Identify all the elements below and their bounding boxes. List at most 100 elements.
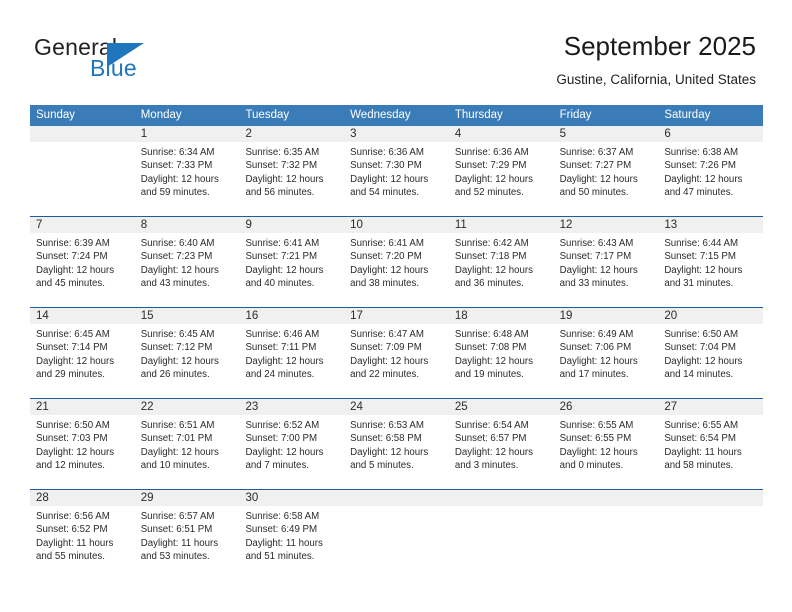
day-number[interactable]: 6	[658, 126, 763, 142]
day-detail-line: Sunset: 7:14 PM	[36, 342, 108, 354]
day-cell[interactable]: Sunrise: 6:40 AM Sunset: 7:23 PM Daylight:…	[135, 233, 240, 307]
weekday-header-thursday: Thursday	[454, 109, 503, 121]
day-number[interactable]: 8	[135, 217, 240, 233]
day-number[interactable]: 11	[449, 217, 554, 233]
day-cell[interactable]: Sunrise: 6:41 AM Sunset: 7:20 PM Daylight:…	[344, 233, 449, 307]
day-detail-band: Sunrise: 6:45 AM Sunset: 7:14 PM Daylight:…	[30, 324, 763, 398]
day-detail-line: Sunrise: 6:43 AM	[559, 238, 634, 249]
day-number[interactable]: 20	[658, 308, 763, 324]
day-cell[interactable]: Sunrise: 6:55 AM Sunset: 6:54 PM Daylight:…	[658, 415, 763, 489]
day-number-empty	[449, 490, 554, 506]
day-number[interactable]: 30	[239, 490, 344, 506]
day-number[interactable]: 7	[30, 217, 135, 233]
day-number-band: 14 15 16 17 18 19 20	[30, 308, 763, 324]
day-number[interactable]: 29	[135, 490, 240, 506]
day-detail-line: Sunrise: 6:46 AM	[245, 329, 320, 340]
day-detail-line: Daylight: 12 hours	[245, 173, 324, 185]
day-number[interactable]: 25	[449, 399, 554, 415]
day-cell[interactable]: Sunrise: 6:45 AM Sunset: 7:14 PM Daylight:…	[30, 324, 135, 398]
day-number[interactable]: 14	[30, 308, 135, 324]
day-cell[interactable]: Sunrise: 6:39 AM Sunset: 7:24 PM Daylight:…	[30, 233, 135, 307]
day-number-band: 123456	[30, 126, 763, 142]
day-cell[interactable]: Sunrise: 6:58 AM Sunset: 6:49 PM Daylight:…	[239, 506, 344, 580]
day-detail-band: Sunrise: 6:34 AM Sunset: 7:33 PM Daylight:…	[30, 142, 763, 216]
generalblue-logo[interactable]: General Blue	[34, 36, 224, 92]
day-cell[interactable]: Sunrise: 6:55 AM Sunset: 6:55 PM Daylight:…	[554, 415, 659, 489]
day-cell[interactable]: Sunrise: 6:50 AM Sunset: 7:04 PM Daylight:…	[658, 324, 763, 398]
day-detail-line: Daylight: 12 hours	[36, 264, 115, 276]
day-number[interactable]: 18	[449, 308, 554, 324]
day-cell[interactable]: Sunrise: 6:49 AM Sunset: 7:06 PM Daylight:…	[554, 324, 659, 398]
day-cell[interactable]: Sunrise: 6:36 AM Sunset: 7:30 PM Daylight:…	[344, 142, 449, 216]
day-number[interactable]: 21	[30, 399, 135, 415]
day-number[interactable]: 24	[344, 399, 449, 415]
day-number-empty	[30, 126, 135, 142]
weekday-header-sunday: Sunday	[36, 109, 76, 121]
weekday-header-friday: Friday	[559, 109, 592, 121]
day-cell[interactable]: Sunrise: 6:36 AM Sunset: 7:29 PM Daylight:…	[449, 142, 554, 216]
day-detail-line: Sunset: 6:49 PM	[245, 524, 318, 536]
day-detail-line: and 53 minutes.	[140, 550, 210, 562]
day-cell[interactable]: Sunrise: 6:45 AM Sunset: 7:12 PM Daylight:…	[135, 324, 240, 398]
day-cell-empty	[344, 506, 449, 580]
day-cell[interactable]: Sunrise: 6:53 AM Sunset: 6:58 PM Daylight:…	[344, 415, 449, 489]
calendar-week-row: 7 8 9 10 11 12 13 Sunrise: 6:39 AM Sunset: 7:24 …	[30, 216, 763, 307]
day-number[interactable]: 5	[554, 126, 659, 142]
day-cell[interactable]: Sunrise: 6:41 AM Sunset: 7:21 PM Daylight:…	[239, 233, 344, 307]
day-detail-line: Sunset: 7:01 PM	[140, 433, 213, 445]
day-cell[interactable]: Sunrise: 6:54 AM Sunset: 6:57 PM Daylight:…	[449, 415, 554, 489]
day-detail-line: Sunrise: 6:55 AM	[559, 420, 634, 431]
day-number[interactable]: 4	[449, 126, 554, 142]
day-cell[interactable]: Sunrise: 6:38 AM Sunset: 7:26 PM Daylight:…	[658, 142, 763, 216]
day-cell-empty	[554, 506, 659, 580]
day-number[interactable]: 19	[554, 308, 659, 324]
day-cell[interactable]: Sunrise: 6:52 AM Sunset: 7:00 PM Daylight:…	[239, 415, 344, 489]
day-detail-line: and 24 minutes.	[245, 368, 315, 380]
day-number[interactable]: 22	[135, 399, 240, 415]
day-number[interactable]: 26	[554, 399, 659, 415]
day-cell[interactable]: Sunrise: 6:56 AM Sunset: 6:52 PM Daylight:…	[30, 506, 135, 580]
day-detail-line: Sunrise: 6:58 AM	[245, 511, 320, 522]
day-detail-line: Sunset: 7:17 PM	[559, 251, 632, 263]
day-cell[interactable]: Sunrise: 6:35 AM Sunset: 7:32 PM Daylight:…	[239, 142, 344, 216]
weekday-header-saturday: Saturday	[664, 109, 711, 121]
day-number[interactable]: 2	[239, 126, 344, 142]
calendar-week-row: 28 29 30 Sunrise: 6:56 AM Sunset: 6:52 PM Day…	[30, 489, 763, 580]
day-detail-line: Sunset: 7:23 PM	[140, 251, 213, 263]
day-number[interactable]: 28	[30, 490, 135, 506]
day-number[interactable]: 17	[344, 308, 449, 324]
day-cell[interactable]: Sunrise: 6:46 AM Sunset: 7:11 PM Daylight:…	[239, 324, 344, 398]
day-detail-line: Sunrise: 6:34 AM	[140, 147, 215, 158]
day-number[interactable]: 16	[239, 308, 344, 324]
day-cell[interactable]: Sunrise: 6:50 AM Sunset: 7:03 PM Daylight:…	[30, 415, 135, 489]
day-number[interactable]: 13	[658, 217, 763, 233]
day-number[interactable]: 10	[344, 217, 449, 233]
day-detail-line: Sunset: 7:27 PM	[559, 160, 632, 172]
day-number[interactable]: 27	[658, 399, 763, 415]
day-cell[interactable]: Sunrise: 6:34 AM Sunset: 7:33 PM Daylight:…	[135, 142, 240, 216]
day-cell[interactable]: Sunrise: 6:57 AM Sunset: 6:51 PM Daylight:…	[135, 506, 240, 580]
day-detail-line: and 43 minutes.	[140, 277, 210, 289]
day-cell[interactable]: Sunrise: 6:48 AM Sunset: 7:08 PM Daylight:…	[449, 324, 554, 398]
day-number[interactable]: 9	[239, 217, 344, 233]
day-cell[interactable]: Sunrise: 6:47 AM Sunset: 7:09 PM Daylight:…	[344, 324, 449, 398]
day-detail-line: Daylight: 12 hours	[36, 355, 115, 367]
day-detail-line: and 47 minutes.	[664, 186, 734, 198]
day-number[interactable]: 3	[344, 126, 449, 142]
day-cell[interactable]: Sunrise: 6:37 AM Sunset: 7:27 PM Daylight:…	[554, 142, 659, 216]
day-cell[interactable]: Sunrise: 6:51 AM Sunset: 7:01 PM Daylight:…	[135, 415, 240, 489]
day-cell[interactable]: Sunrise: 6:43 AM Sunset: 7:17 PM Daylight:…	[554, 233, 659, 307]
day-number[interactable]: 12	[554, 217, 659, 233]
day-detail-line: Sunrise: 6:49 AM	[559, 329, 634, 340]
day-detail-line: and 5 minutes.	[350, 459, 414, 471]
day-detail-line: and 55 minutes.	[36, 550, 105, 562]
day-number[interactable]: 15	[135, 308, 240, 324]
day-detail-line: and 12 minutes.	[36, 459, 105, 471]
day-cell[interactable]: Sunrise: 6:42 AM Sunset: 7:18 PM Daylight:…	[449, 233, 554, 307]
day-detail-band: Sunrise: 6:50 AM Sunset: 7:03 PM Daylight:…	[30, 415, 763, 489]
day-detail-line: Sunrise: 6:52 AM	[245, 420, 320, 431]
day-number[interactable]: 1	[135, 126, 240, 142]
day-number[interactable]: 23	[239, 399, 344, 415]
day-cell[interactable]: Sunrise: 6:44 AM Sunset: 7:15 PM Daylight:…	[658, 233, 763, 307]
day-detail-line: Daylight: 11 hours	[245, 537, 323, 549]
